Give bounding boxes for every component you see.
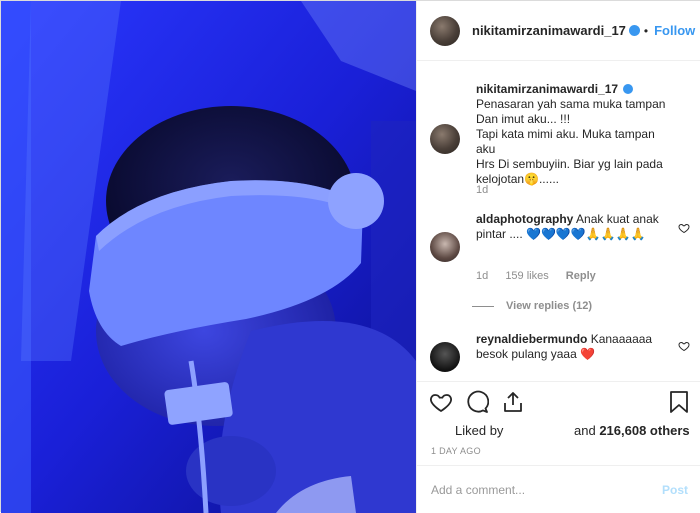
comment-like-heart-icon[interactable] [678,222,690,234]
add-comment-bar: Post [417,465,700,513]
comment-age: 1d [476,270,489,282]
commenter-avatar[interactable] [430,342,460,372]
author-username[interactable]: nikitamirzanimawardi_17 [472,23,626,38]
baby-under-phototherapy-image [1,1,416,513]
post-comment-button[interactable]: Post [662,483,688,497]
action-icons [429,390,537,414]
likes-and: and [574,423,596,438]
heart-icon[interactable] [429,390,453,414]
liked-by-label: Liked by [455,423,504,438]
likes-count[interactable]: and 216,608 others [574,423,690,438]
view-replies-line [472,305,494,307]
likes-count-value: 216,608 others [599,423,690,438]
comment-likes[interactable]: 159 likes [505,270,548,282]
comment-text: reynaldiebermundo Kanaaaaaa besok pulang… [476,332,676,362]
comment-text: aldaphotography Anak kuat anak pintar ..… [476,212,676,242]
caption-username[interactable]: nikitamirzanimawardi_17 [476,82,618,96]
follow-button[interactable]: Follow [654,23,695,38]
verified-badge-icon [623,84,634,94]
post-sidebar: nikitamirzanimawardi_17 • Follow nikitam… [416,1,700,513]
post-photo[interactable] [1,1,416,513]
verified-badge-icon [628,25,640,36]
comment-input[interactable] [431,480,651,500]
post-timestamp[interactable]: 1 DAY AGO [431,446,481,456]
author-avatar[interactable] [430,15,460,46]
view-replies-button[interactable]: View replies (12) [472,300,592,312]
comment-like-heart-icon[interactable] [678,340,690,352]
instagram-post: nikitamirzanimawardi_17 • Follow nikitam… [0,0,700,513]
caption-line: Tapi kata mimi aku. Muka tampan aku [476,127,655,156]
caption-line: Penasaran yah sama muka tampan [476,97,666,111]
comment-meta: 1d 159 likes Reply [476,270,610,282]
separator-dot: • [643,23,649,38]
post-header: nikitamirzanimawardi_17 • Follow [417,1,700,61]
commenter-username[interactable]: reynaldiebermundo [476,332,587,346]
comments-list[interactable]: nikitamirzanimawardi_17 Penasaran yah sa… [417,62,700,380]
commenter-username[interactable]: aldaphotography [476,212,573,226]
share-icon[interactable] [501,390,525,414]
commenter-avatar[interactable] [430,232,460,262]
caption-line: Hrs Di sembuyiin. Biar yg lain pada [476,157,663,171]
caption-age: 1d [476,184,489,196]
caption-text: nikitamirzanimawardi_17 Penasaran yah sa… [476,82,676,187]
bookmark-icon[interactable] [668,390,690,414]
caption-meta: 1d [476,184,502,196]
comment-reply-button[interactable]: Reply [566,270,596,282]
post-actions: Liked by and 216,608 others [417,381,700,451]
caption-author-avatar[interactable] [430,124,460,154]
view-replies-label: View replies (12) [506,300,593,312]
comment-icon[interactable] [465,390,489,414]
caption-line: Dan imut aku... !!! [476,112,571,126]
